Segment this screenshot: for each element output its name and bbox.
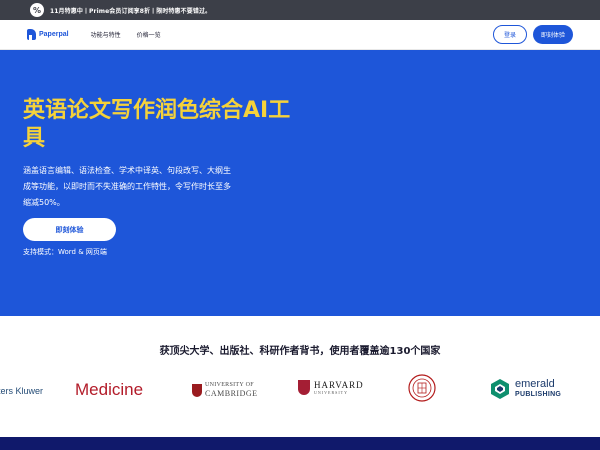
- harvard-text: HARVARD UNIVERSITY: [314, 380, 364, 395]
- harvard-logo: HARVARD UNIVERSITY: [298, 380, 364, 395]
- nav-link-pricing[interactable]: 价格一览: [137, 30, 161, 39]
- emerald-mark-icon: [491, 379, 509, 399]
- brand-name: Paperpal: [39, 31, 69, 38]
- hero-title: 英语论文写作润色综合AI工具: [23, 98, 291, 151]
- support-modes-text: 支持模式：Word & 网页端: [23, 248, 107, 256]
- emerald-logo: emerald PUBLISHING: [489, 378, 561, 400]
- cambridge-line2: CAMBRIDGE: [205, 389, 258, 398]
- medicine-logo: Medicine: [75, 380, 143, 400]
- harvard-line2: UNIVERSITY: [314, 390, 348, 395]
- trust-title: 获顶尖大学、出版社、科研作者背书，使用者覆盖逾130个国家: [159, 346, 441, 357]
- navbar: Paperpal 功能与特性 价格一览 登录 即刻体验: [0, 20, 600, 50]
- emerald-line1: emerald: [515, 378, 555, 390]
- partner-logos: ters Kluwer Medicine UNIVERSITY OF CAMBR…: [0, 370, 600, 414]
- hero-section: 英语论文写作润色综合AI工具 涵盖语言编辑、语法检查、学术中译英、句段改写、大纲…: [0, 50, 600, 316]
- wolters-kluwer-logo: ters Kluwer: [0, 386, 43, 396]
- promo-bar: % 11月特惠中丨Prime会员订阅享8折丨限时特惠不要错过。: [0, 0, 600, 20]
- percent-icon: %: [30, 3, 44, 17]
- brand-logo[interactable]: Paperpal: [27, 29, 69, 40]
- try-now-hero-button[interactable]: 即刻体验: [23, 218, 116, 241]
- harvard-line1: HARVARD: [314, 380, 364, 390]
- nav-links: 功能与特性 价格一览: [91, 30, 177, 39]
- footer-strip: [0, 437, 600, 450]
- cambridge-line1: UNIVERSITY OF: [205, 382, 254, 388]
- cambridge-shield-icon: [192, 383, 202, 397]
- nav-link-features[interactable]: 功能与特性: [91, 30, 121, 39]
- harvard-shield-icon: [298, 380, 310, 395]
- cornell-logo: [408, 374, 436, 402]
- try-now-nav-button[interactable]: 即刻体验: [532, 25, 573, 44]
- cornell-seal-icon: [408, 374, 436, 402]
- medicine-text: Medicine: [75, 380, 144, 399]
- emerald-text: emerald PUBLISHING: [515, 379, 561, 399]
- wolters-kluwer-text: ters Kluwer: [0, 386, 44, 396]
- cambridge-logo: UNIVERSITY OF CAMBRIDGE: [192, 382, 258, 398]
- promo-text[interactable]: 11月特惠中丨Prime会员订阅享8折丨限时特惠不要错过。: [50, 6, 211, 15]
- hero-description: 涵盖语言编辑、语法检查、学术中译英、句段改写、大纲生成等功能，以即时而不失准确的…: [23, 166, 231, 207]
- login-button[interactable]: 登录: [492, 25, 527, 44]
- emerald-line2: PUBLISHING: [515, 391, 562, 398]
- cambridge-text: UNIVERSITY OF CAMBRIDGE: [205, 382, 258, 398]
- paperpal-logo-icon: [27, 29, 36, 40]
